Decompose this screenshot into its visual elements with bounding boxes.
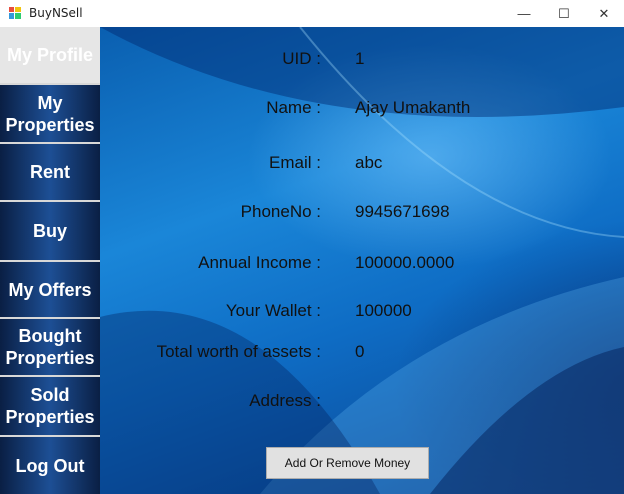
name-value: Ajay Umakanth — [355, 98, 471, 117]
minimize-icon: — — [517, 6, 531, 21]
uid-label: UID : — [282, 49, 321, 68]
phone-label: PhoneNo : — [240, 202, 321, 221]
wallet-value: 100000 — [355, 301, 412, 320]
maximize-button[interactable]: ☐ — [544, 0, 584, 27]
nav-buy-label: Buy — [32, 221, 67, 241]
window-title: BuyNSell — [29, 6, 83, 20]
close-button[interactable]: ✕ — [584, 0, 624, 27]
total-assets-label: Total worth of assets : — [156, 342, 321, 361]
add-remove-money-label: Add Or Remove Money — [284, 456, 411, 470]
wallet-label: Your Wallet : — [225, 301, 321, 320]
nav-rent-label: Rent — [30, 162, 70, 182]
close-icon: ✕ — [598, 5, 610, 21]
email-value: abc — [355, 153, 383, 172]
add-remove-money-button[interactable]: Add Or Remove Money — [266, 447, 429, 479]
nav-my-profile-label: My Profile — [6, 45, 94, 65]
nav-sold-properties-label: Sold Properties — [5, 385, 95, 427]
phone-value: 9945671698 — [355, 202, 450, 221]
annual-income-label: Annual Income : — [198, 253, 321, 272]
uid-value: 1 — [355, 49, 365, 68]
profile-panel: UID : 1 Name : Ajay Umakanth Email : abc… — [100, 27, 624, 494]
nav-bought-properties[interactable]: Bought Properties — [0, 319, 100, 377]
total-assets-value: 0 — [355, 342, 365, 361]
nav-my-properties-label: My Properties — [5, 92, 95, 135]
nav-rent[interactable]: Rent — [0, 144, 100, 202]
nav-log-out-label: Log Out — [15, 455, 85, 476]
minimize-button[interactable]: — — [504, 0, 544, 27]
maximize-icon: ☐ — [558, 5, 570, 21]
nav-bought-properties-label: Bought Properties — [5, 326, 95, 368]
nav-my-profile[interactable]: My Profile — [0, 27, 100, 85]
nav-my-offers[interactable]: My Offers — [0, 262, 100, 319]
sidebar: My Profile My Properties Rent Buy My Off… — [0, 27, 100, 494]
name-label: Name : — [266, 98, 321, 117]
title-bar: BuyNSell — ☐ ✕ — [0, 0, 624, 27]
nav-log-out[interactable]: Log Out — [0, 437, 100, 494]
email-label: Email : — [269, 153, 321, 172]
nav-my-properties[interactable]: My Properties — [0, 85, 100, 144]
app-icon — [9, 7, 21, 19]
nav-buy[interactable]: Buy — [0, 202, 100, 262]
nav-my-offers-label: My Offers — [8, 279, 92, 300]
address-label: Address : — [249, 391, 321, 410]
annual-income-value: 100000.0000 — [355, 253, 455, 272]
nav-sold-properties[interactable]: Sold Properties — [0, 377, 100, 437]
